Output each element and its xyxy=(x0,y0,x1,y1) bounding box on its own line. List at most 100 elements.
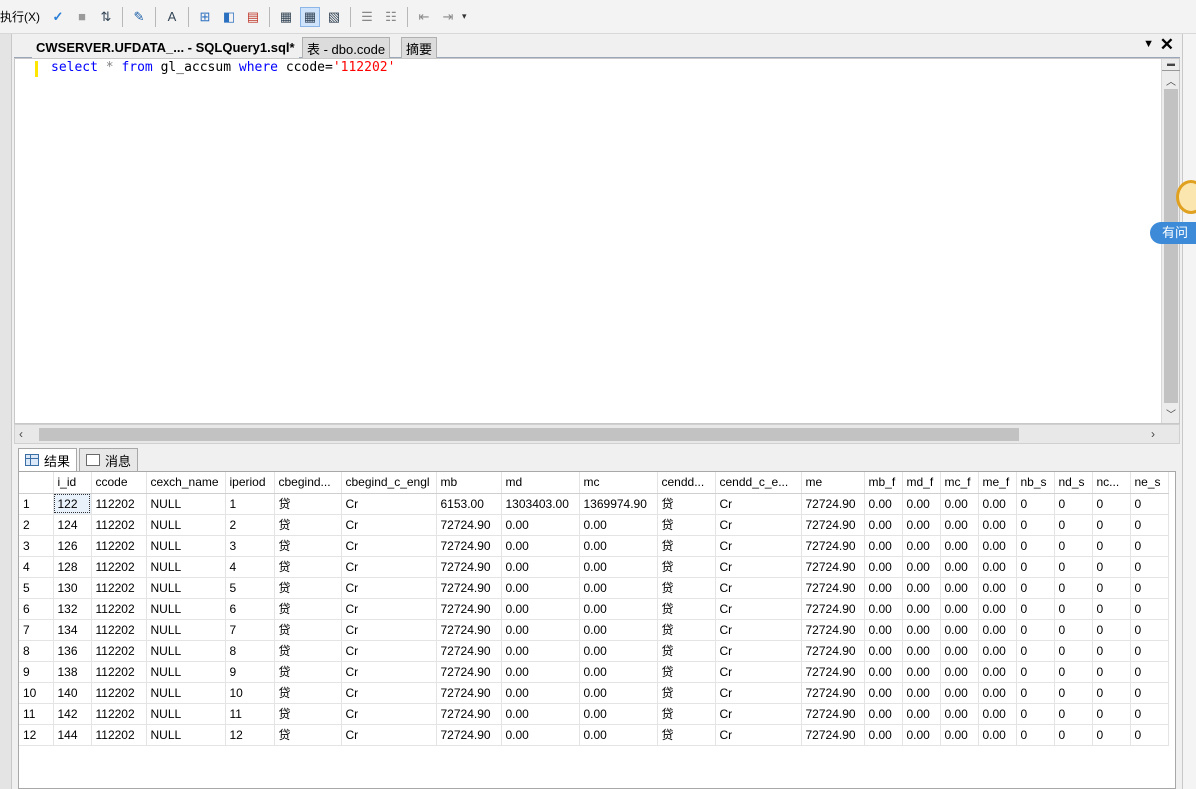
table-cell[interactable]: 0.00 xyxy=(902,682,941,704)
column-header[interactable]: md_f xyxy=(902,472,941,494)
table-cell[interactable]: 112202 xyxy=(91,619,147,641)
table-cell[interactable]: 贷 xyxy=(657,724,716,746)
column-header[interactable]: mb_f xyxy=(864,472,903,494)
table-cell[interactable]: 72724.90 xyxy=(801,619,865,641)
table-cell[interactable]: 0 xyxy=(1130,556,1169,578)
scroll-right-icon[interactable]: › xyxy=(1151,427,1155,441)
table-cell[interactable]: 0.00 xyxy=(940,682,979,704)
tab-dropdown-icon[interactable]: ▼ xyxy=(1143,38,1154,50)
table-cell[interactable]: 0.00 xyxy=(579,556,658,578)
table-cell[interactable]: 贷 xyxy=(274,703,342,725)
table-row[interactable]: 10 140 112202 NULL 10 贷 Cr 72724.90 0.00 0.00 贷 Cr 7… xyxy=(19,682,1169,704)
table-cell[interactable]: 0 xyxy=(1130,661,1169,683)
table-cell[interactable]: 贷 xyxy=(274,577,342,599)
table-cell[interactable]: 72724.90 xyxy=(801,493,865,515)
table-cell[interactable]: 134 xyxy=(53,619,92,641)
row-number[interactable]: 6 xyxy=(19,598,54,620)
table-cell[interactable]: 72724.90 xyxy=(801,661,865,683)
column-header[interactable]: me xyxy=(801,472,865,494)
table-cell[interactable]: 136 xyxy=(53,640,92,662)
table-cell[interactable]: 贷 xyxy=(657,703,716,725)
table-cell[interactable]: 0 xyxy=(1016,556,1055,578)
table-cell[interactable]: 112202 xyxy=(91,598,147,620)
table-cell[interactable]: 0.00 xyxy=(978,724,1017,746)
table-cell[interactable]: Cr xyxy=(341,640,437,662)
row-number[interactable]: 1 xyxy=(19,493,54,515)
table-cell[interactable]: 112202 xyxy=(91,493,147,515)
table-cell[interactable]: 1369974.90 xyxy=(579,493,658,515)
table-cell[interactable]: 72724.90 xyxy=(801,598,865,620)
table-cell[interactable]: 0 xyxy=(1130,703,1169,725)
table-cell[interactable]: 贷 xyxy=(657,556,716,578)
table-cell[interactable]: 0.00 xyxy=(940,661,979,683)
tab-summary[interactable]: 摘要 xyxy=(401,37,438,58)
table-cell[interactable]: Cr xyxy=(341,682,437,704)
table-cell[interactable]: 72724.90 xyxy=(436,577,502,599)
table-cell[interactable]: 0 xyxy=(1054,703,1093,725)
table-cell[interactable]: 72724.90 xyxy=(801,703,865,725)
table-cell[interactable]: 112202 xyxy=(91,577,147,599)
column-header[interactable]: cbegind_c_engl xyxy=(341,472,437,494)
table-cell[interactable]: Cr xyxy=(715,703,802,725)
column-header[interactable]: cbegind... xyxy=(274,472,342,494)
table-cell[interactable]: 0.00 xyxy=(902,640,941,662)
table-cell[interactable]: Cr xyxy=(715,619,802,641)
table-cell[interactable]: 0.00 xyxy=(978,514,1017,536)
table-cell[interactable]: 0 xyxy=(1054,661,1093,683)
table-cell[interactable]: 124 xyxy=(53,514,92,536)
table-cell[interactable]: 0 xyxy=(1130,577,1169,599)
table-cell[interactable]: 72724.90 xyxy=(801,556,865,578)
tab-sqlquery1[interactable]: CWSERVER.UFDATA_... - SQLQuery1.sql* xyxy=(32,37,299,58)
table-cell[interactable]: NULL xyxy=(146,682,226,704)
table-cell[interactable]: 0.00 xyxy=(579,598,658,620)
column-header[interactable]: ne_s xyxy=(1130,472,1169,494)
debug-icon[interactable]: ⇅ xyxy=(96,7,116,27)
table-cell[interactable]: Cr xyxy=(715,535,802,557)
table-cell[interactable]: 112202 xyxy=(91,661,147,683)
table-cell[interactable]: 0 xyxy=(1016,640,1055,662)
table-cell[interactable]: 贷 xyxy=(657,535,716,557)
table-cell[interactable]: 0 xyxy=(1016,577,1055,599)
table-cell[interactable]: 0 xyxy=(1054,535,1093,557)
table-cell[interactable]: 0 xyxy=(1092,493,1131,515)
table-cell[interactable]: 128 xyxy=(53,556,92,578)
table-cell[interactable]: 0.00 xyxy=(902,514,941,536)
table-cell[interactable]: Cr xyxy=(715,514,802,536)
table-cell[interactable]: 112202 xyxy=(91,556,147,578)
table-cell[interactable]: 72724.90 xyxy=(436,619,502,641)
table-cell[interactable]: 0 xyxy=(1092,661,1131,683)
table-cell[interactable]: 0.00 xyxy=(579,724,658,746)
table-cell[interactable]: 贷 xyxy=(657,619,716,641)
table-cell[interactable]: 130 xyxy=(53,577,92,599)
table-cell[interactable]: Cr xyxy=(341,619,437,641)
table-cell[interactable]: 0.00 xyxy=(902,598,941,620)
table-cell[interactable]: 72724.90 xyxy=(436,724,502,746)
table-cell[interactable]: 0.00 xyxy=(940,556,979,578)
results-grid-icon[interactable]: ▦ xyxy=(276,7,296,27)
table-cell[interactable]: 0.00 xyxy=(940,514,979,536)
uncomment-icon[interactable]: ☷ xyxy=(381,7,401,27)
table-cell[interactable]: 0.00 xyxy=(902,661,941,683)
table-cell[interactable]: 0 xyxy=(1054,493,1093,515)
table-cell[interactable]: NULL xyxy=(146,703,226,725)
table-cell[interactable]: NULL xyxy=(146,493,226,515)
table-row[interactable]: 2 124 112202 NULL 2 贷 Cr 72724.90 0.00 0.00 贷 Cr 727… xyxy=(19,514,1169,536)
row-number[interactable]: 9 xyxy=(19,661,54,683)
table-cell[interactable]: 0 xyxy=(1130,619,1169,641)
table-cell[interactable]: 0.00 xyxy=(501,619,580,641)
table-cell[interactable]: 贷 xyxy=(657,598,716,620)
table-cell[interactable]: 11 xyxy=(225,703,275,725)
scroll-left-icon[interactable]: ‹ xyxy=(19,427,23,441)
table-cell[interactable]: 0 xyxy=(1092,598,1131,620)
tab-messages[interactable]: 消息 xyxy=(79,448,139,472)
table-cell[interactable]: 112202 xyxy=(91,535,147,557)
table-cell[interactable]: 0 xyxy=(1130,724,1169,746)
table-cell[interactable]: NULL xyxy=(146,598,226,620)
table-cell[interactable]: 0 xyxy=(1130,682,1169,704)
table-cell[interactable]: 9 xyxy=(225,661,275,683)
table-cell[interactable]: 1 xyxy=(225,493,275,515)
scroll-thumb[interactable] xyxy=(1164,89,1178,403)
table-cell[interactable]: Cr xyxy=(715,661,802,683)
include-plan-icon[interactable]: ◧ xyxy=(219,7,239,27)
table-cell[interactable]: 0 xyxy=(1016,619,1055,641)
